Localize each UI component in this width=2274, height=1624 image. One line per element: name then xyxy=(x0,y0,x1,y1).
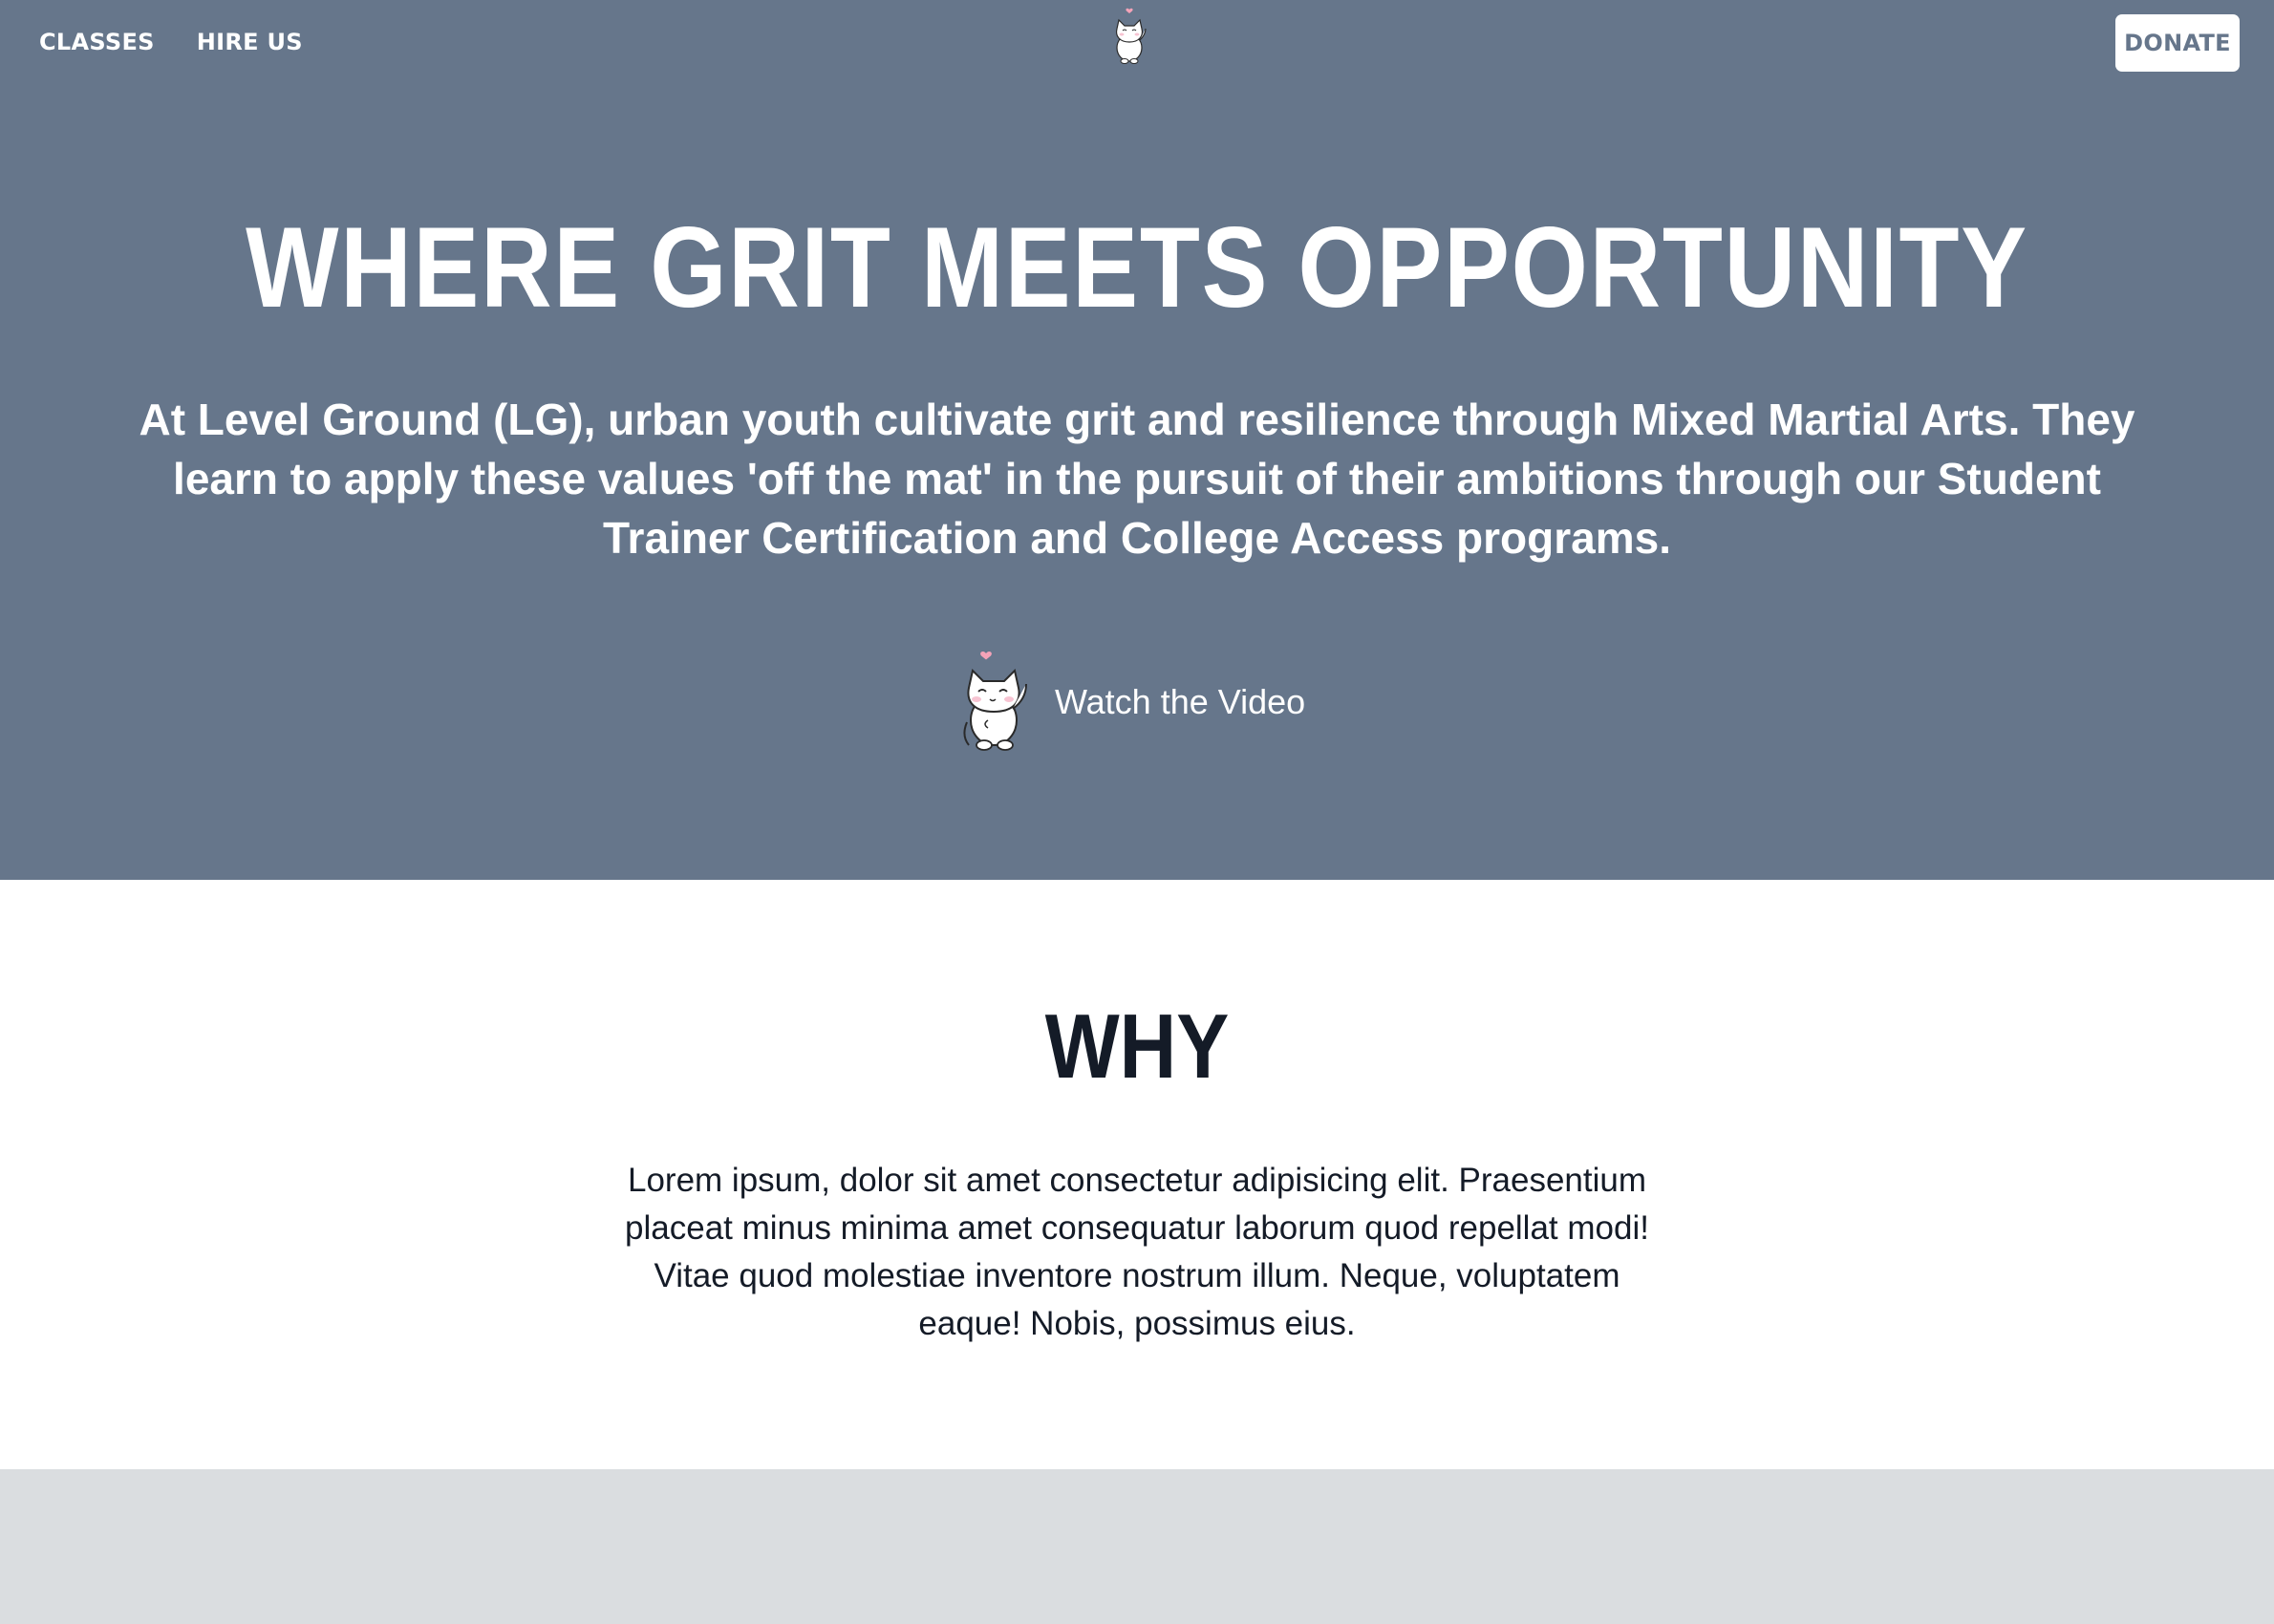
hero-subtitle: At Level Ground (LG), urban youth cultiv… xyxy=(139,395,2135,563)
why-section: WHY Lorem ipsum, dolor sit amet consecte… xyxy=(0,880,2274,1469)
cat-mascot-icon[interactable] xyxy=(1105,6,1153,65)
donate-button[interactable]: DONATE xyxy=(2115,14,2240,72)
nav-links: CLASSES HIRE US xyxy=(39,29,303,55)
cat-mascot-icon xyxy=(963,651,1027,751)
nav-link-classes[interactable]: CLASSES xyxy=(39,29,155,55)
watch-video-label: Watch the Video xyxy=(1055,682,1306,721)
why-body: Lorem ipsum, dolor sit amet consectetur … xyxy=(625,1162,1649,1342)
next-section xyxy=(0,1469,2274,1624)
top-nav: CLASSES HIRE US DONATE xyxy=(0,0,2274,88)
why-title: WHY xyxy=(1044,995,1230,1098)
nav-link-hire-us[interactable]: HIRE US xyxy=(197,29,303,55)
hero-title: WHERE GRIT MEETS OPPORTUNITY xyxy=(246,203,2028,331)
hero-section: CLASSES HIRE US DONATE WHERE GRIT MEETS … xyxy=(0,0,2274,880)
watch-video-link[interactable]: Watch the Video xyxy=(955,646,1305,753)
